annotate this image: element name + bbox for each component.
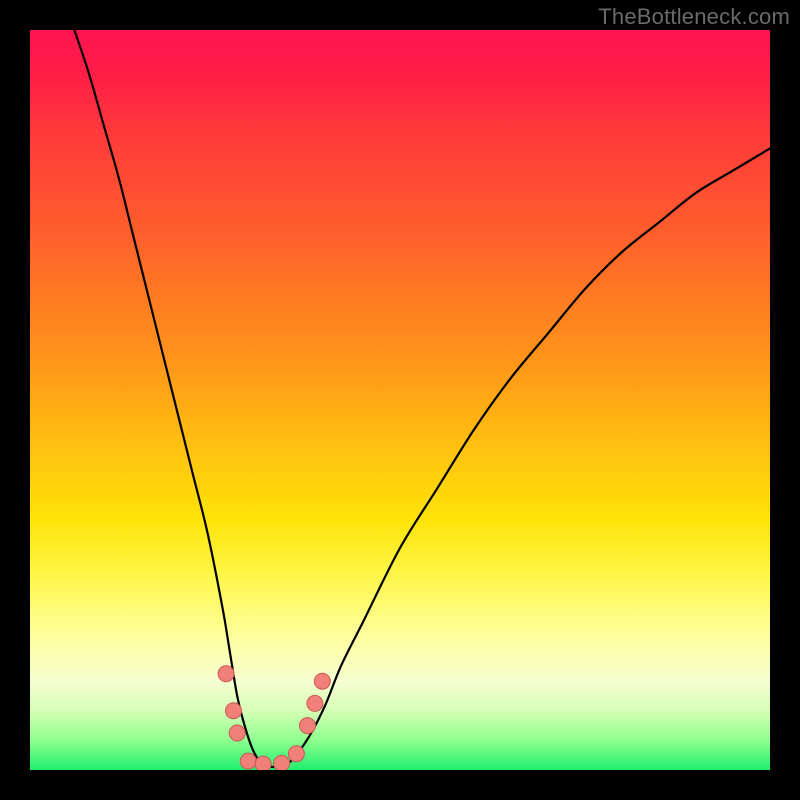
curve-marker [218,666,234,682]
plot-area [30,30,770,770]
bottleneck-curve [74,30,770,767]
curve-marker [288,746,304,762]
bottleneck-curve-svg [30,30,770,770]
curve-marker [229,725,245,741]
curve-marker [274,755,290,770]
curve-marker [255,756,271,770]
curve-marker [240,753,256,769]
chart-frame: TheBottleneck.com [0,0,800,800]
curve-marker [300,718,316,734]
curve-marker [314,673,330,689]
curve-marker [226,703,242,719]
watermark-text: TheBottleneck.com [598,4,790,30]
curve-marker [307,695,323,711]
